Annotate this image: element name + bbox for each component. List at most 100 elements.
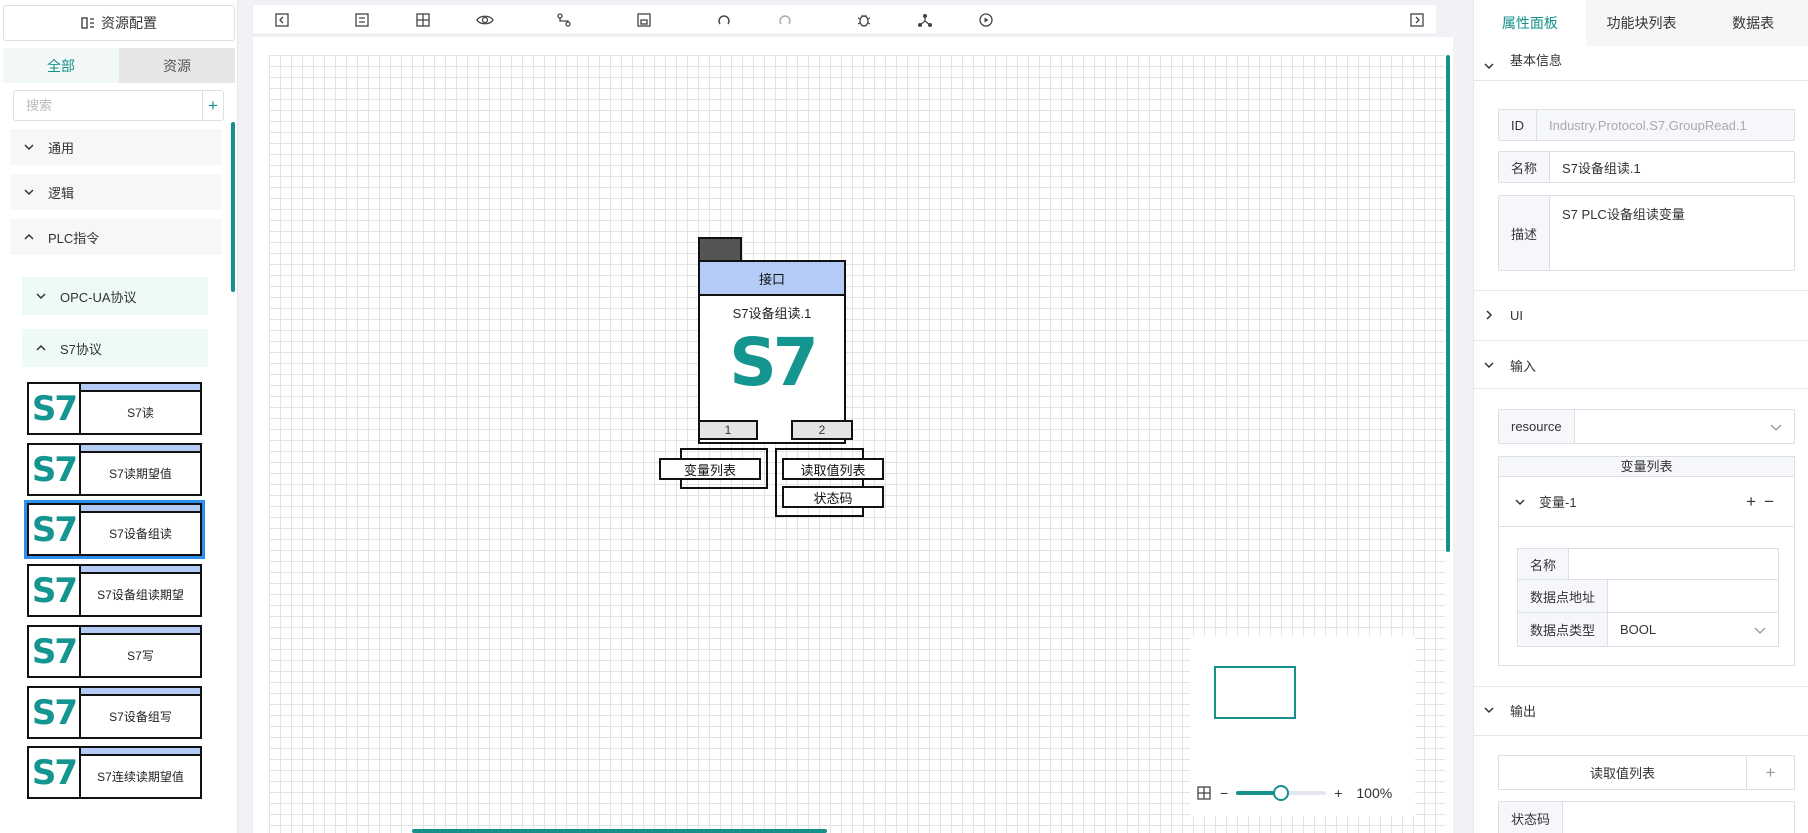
subcategory-opcua[interactable]: OPC-UA协议 (22, 277, 208, 315)
collapse-left-icon[interactable] (272, 10, 292, 30)
output-status-label: 状态码 (1499, 802, 1564, 833)
subcategory-s7[interactable]: S7协议 (22, 329, 208, 367)
undo-icon[interactable] (714, 10, 734, 30)
section-output[interactable]: 输出 (1484, 690, 1799, 730)
output-readlist[interactable]: 读取值列表 (1498, 755, 1747, 790)
node-port-2[interactable]: 2 (791, 420, 853, 440)
left-scrollbar[interactable] (231, 122, 235, 292)
output-pin-readlist[interactable]: 读取值列表 (782, 458, 884, 480)
block-name: S7读期望值 (109, 467, 172, 481)
section-input[interactable]: 输入 (1484, 345, 1799, 385)
block-s7-group-write[interactable]: S7 S7设备组写 (27, 686, 202, 739)
divider (1474, 388, 1808, 389)
tab-data-table[interactable]: 数据表 (1697, 0, 1808, 46)
debug-bug-icon[interactable] (854, 10, 874, 30)
tab-all[interactable]: 全部 (3, 48, 119, 83)
block-s7-read[interactable]: S7 S7读 (27, 382, 202, 435)
var-remove-button[interactable]: − (1764, 492, 1774, 512)
left-tabs: 全部 资源 (3, 48, 235, 83)
chevron-right-icon (1486, 310, 1493, 320)
var-type-select[interactable]: BOOL (1608, 613, 1778, 646)
property-panel: 属性面板 功能块列表 数据表 基本信息 ID Industry.Protocol… (1473, 0, 1808, 833)
topology-icon[interactable] (915, 10, 935, 30)
var-fields: 名称 数据点地址 数据点类型 BOOL (1517, 548, 1779, 648)
section-label: 基本信息 (1510, 52, 1563, 68)
node-drag-handle[interactable] (698, 237, 742, 262)
var-type-label: 数据点类型 (1518, 613, 1609, 646)
block-body: S7设备组读期望 (81, 566, 200, 615)
minimap-viewport[interactable] (1214, 666, 1296, 719)
canvas-horizontal-scrollbar[interactable] (412, 829, 827, 833)
block-bar (81, 505, 200, 513)
zoom-slider-thumb[interactable] (1273, 785, 1290, 801)
block-s7-group-read[interactable]: S7 S7设备组读 (24, 500, 205, 559)
resource-label: resource (1499, 410, 1575, 443)
desc-row: 描述 S7 PLC设备组读变量 (1498, 195, 1795, 271)
flow-icon[interactable] (554, 10, 574, 30)
tab-properties[interactable]: 属性面板 (1474, 0, 1586, 46)
node-port-1[interactable]: 1 (698, 420, 758, 440)
var-type-value: BOOL (1620, 622, 1657, 637)
divider (1474, 80, 1808, 81)
block-body: S7连续读期望值 (81, 748, 200, 797)
id-row: ID Industry.Protocol.S7.GroupRead.1 (1498, 109, 1795, 141)
toolbar (253, 5, 1436, 35)
section-ui[interactable]: UI (1484, 295, 1799, 335)
category-general[interactable]: 通用 (10, 129, 222, 165)
output-add-button[interactable]: + (1747, 755, 1795, 790)
collapse-right-icon[interactable] (1407, 10, 1427, 30)
output-readlist-row: 读取值列表 + (1498, 755, 1795, 790)
search-input[interactable] (14, 91, 202, 120)
var-addr-label: 数据点地址 (1518, 580, 1609, 612)
block-s7-group-read-expected[interactable]: S7 S7设备组读期望 (27, 564, 202, 617)
canvas-vertical-scrollbar[interactable] (1446, 55, 1450, 552)
block-body: S7读 (81, 384, 200, 433)
chevron-down-icon (1484, 707, 1494, 714)
fit-screen-icon[interactable] (1196, 785, 1212, 801)
settings-panel-icon[interactable] (352, 10, 372, 30)
tab-function-blocks[interactable]: 功能块列表 (1586, 0, 1698, 46)
var-item-header[interactable]: 变量-1 + − (1499, 477, 1794, 527)
category-logic[interactable]: 逻辑 (10, 174, 222, 210)
save-icon[interactable] (634, 10, 654, 30)
zoom-slider[interactable] (1236, 785, 1327, 801)
block-s7-read-expected[interactable]: S7 S7读期望值 (27, 443, 202, 496)
category-plc[interactable]: PLC指令 (10, 219, 222, 255)
block-name: S7设备组读 (109, 527, 172, 541)
block-s7-write[interactable]: S7 S7写 (27, 625, 202, 678)
zoom-percent: 100% (1356, 785, 1393, 801)
preview-eye-icon[interactable] (475, 10, 495, 30)
right-tabs: 属性面板 功能块列表 数据表 (1474, 0, 1808, 46)
block-name: S7写 (127, 649, 154, 663)
block-s7-continuous-read[interactable]: S7 S7连续读期望值 (27, 746, 202, 799)
node-s7-logo: S7 (729, 324, 818, 401)
redo-icon[interactable] (775, 10, 795, 30)
zoom-out-button[interactable]: − (1220, 785, 1228, 801)
chevron-down-icon (1484, 63, 1494, 70)
search-box: + (13, 90, 224, 121)
node-s7-group-read[interactable]: 接口 S7设备组读.1 S7 (698, 260, 846, 444)
name-input[interactable]: S7设备组读.1 (1550, 152, 1794, 182)
output-pin-status[interactable]: 状态码 (782, 486, 884, 508)
resource-config-title: 资源配置 (101, 15, 157, 31)
resource-config-header[interactable]: 资源配置 (3, 5, 235, 41)
var-name-input[interactable] (1569, 549, 1778, 579)
add-resource-button[interactable]: + (202, 91, 223, 120)
input-pin-varlist[interactable]: 变量列表 (659, 458, 761, 480)
s7-logo: S7 (29, 384, 81, 433)
fit-view-icon[interactable] (413, 10, 433, 30)
var-add-button[interactable]: + (1746, 492, 1756, 512)
var-addr-input[interactable] (1608, 580, 1778, 612)
app-root: 资源配置 全部 资源 + 通用 逻辑 PLC指令 OPC-UA协议 S7协议 (0, 0, 1808, 833)
run-icon[interactable] (976, 10, 996, 30)
chevron-up-icon (24, 233, 34, 240)
block-body: S7设备组读 (81, 505, 200, 554)
chevron-down-icon (1484, 362, 1494, 369)
zoom-in-button[interactable]: + (1334, 785, 1342, 801)
tab-resource[interactable]: 资源 (119, 48, 235, 83)
varlist-title: 变量列表 (1499, 457, 1794, 477)
subcategory-label: OPC-UA协议 (60, 289, 137, 305)
section-label: 输入 (1510, 358, 1537, 374)
desc-textarea[interactable]: S7 PLC设备组读变量 (1550, 196, 1794, 270)
resource-select[interactable] (1575, 410, 1794, 443)
